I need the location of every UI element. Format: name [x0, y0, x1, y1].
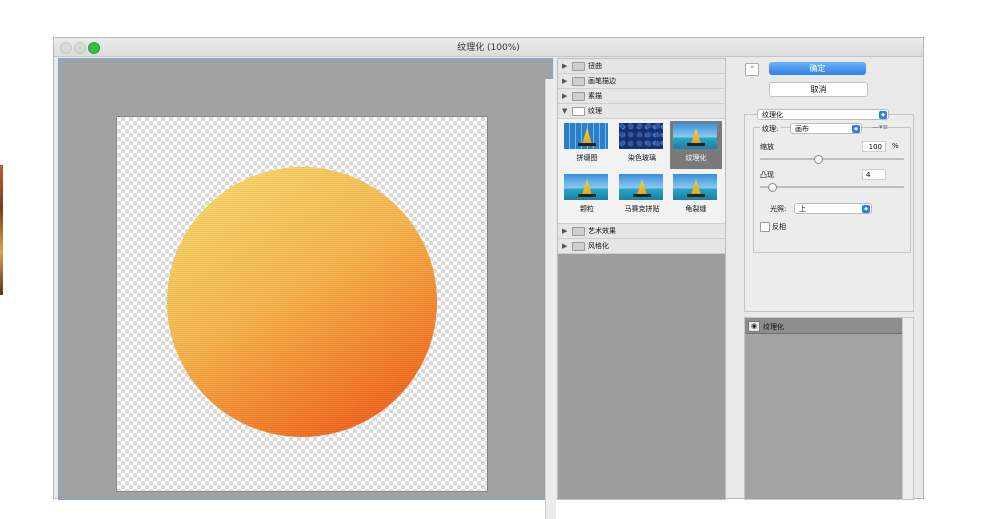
- texture-select-value: 画布: [795, 125, 809, 133]
- thumbnail-image: [564, 174, 608, 200]
- expand-triangle-icon[interactable]: ▶: [562, 242, 572, 250]
- layers-scrollbar[interactable]: [902, 318, 913, 499]
- folder-artistic[interactable]: ▶ 艺术效果: [558, 224, 725, 239]
- folder-icon: [572, 91, 585, 101]
- thumbnail-label: 颗粒: [580, 205, 594, 213]
- folder-brush-strokes[interactable]: ▶ 画笔描边: [558, 74, 725, 89]
- texture-menu-icon[interactable]: —▾≡: [872, 123, 888, 131]
- chevron-updown-icon: ◆: [862, 205, 870, 213]
- folder-sketch[interactable]: ▶ 素描: [558, 89, 725, 104]
- folder-label: 素描: [588, 92, 602, 100]
- relief-slider-handle[interactable]: [767, 183, 777, 192]
- collapse-gallery-button[interactable]: ⌃: [745, 63, 759, 76]
- preview-area[interactable]: [58, 58, 556, 519]
- relief-slider[interactable]: [760, 186, 904, 188]
- textured-circle: [167, 167, 437, 437]
- thumbnail-craquelure[interactable]: 龟裂缝: [670, 172, 722, 220]
- scaling-field[interactable]: 100: [862, 141, 886, 152]
- ok-button[interactable]: 确定: [769, 62, 866, 75]
- thumbnail-image: [564, 123, 608, 149]
- chevron-updown-icon: ◆: [852, 125, 860, 133]
- thumbnail-texturizer[interactable]: 纹理化: [670, 121, 722, 169]
- thumbnail-label: 纹理化: [685, 154, 707, 162]
- thumbnail-image: [619, 174, 663, 200]
- title-bar: 纹理化 (100%): [54, 38, 923, 57]
- filter-settings-panel: 纹理化 ◆ 纹理: 画布 ◆ —▾≡ 缩放 100 % 凸现 4 光照: 上 ◆…: [744, 109, 914, 312]
- thumbnail-patchwork[interactable]: 拼缀图: [561, 121, 613, 169]
- thumbnail-mosaic-tiles[interactable]: 马赛克拼贴: [616, 172, 668, 220]
- thumbnail-grain[interactable]: 颗粒: [561, 172, 613, 220]
- light-select-value: 上: [799, 205, 806, 213]
- effect-layers-panel: ◉ 纹理化: [744, 317, 914, 500]
- settings-sidebar: ⌃ 确定 取消 纹理化 ◆ 纹理: 画布 ◆ —▾≡ 缩放 100 % 凸现 4…: [741, 58, 915, 500]
- filter-select-value: 纹理化: [762, 111, 783, 119]
- folder-icon: [572, 76, 585, 86]
- scaling-slider[interactable]: [760, 158, 904, 160]
- folder-label: 扭曲: [588, 62, 602, 70]
- invert-label: 反相: [772, 223, 786, 231]
- folder-icon: [572, 61, 585, 71]
- light-label: 光照:: [770, 205, 787, 213]
- preview-scrollbar[interactable]: [545, 79, 556, 519]
- folder-label: 纹理: [588, 107, 602, 115]
- light-select[interactable]: 上 ◆: [794, 203, 872, 214]
- filter-gallery-window: 纹理化 (100%) ▶ 扭曲 ▶ 画笔描边 ▶ 素描 ▼ 纹理 拼缀图 染色玻…: [53, 37, 924, 519]
- background-photo-edge: [0, 165, 3, 295]
- eye-icon[interactable]: ◉: [748, 321, 760, 332]
- scaling-label: 缩放: [760, 143, 774, 151]
- folder-icon: [572, 241, 585, 251]
- expand-triangle-icon[interactable]: ▶: [562, 62, 572, 70]
- thumbnail-stained-glass[interactable]: 染色玻璃: [616, 121, 668, 169]
- effect-layer-row[interactable]: ◉ 纹理化: [745, 318, 903, 334]
- scaling-unit: %: [892, 142, 899, 150]
- thumbnail-image: [673, 123, 717, 149]
- preview-canvas: [116, 116, 488, 492]
- texture-group: 纹理: 画布 ◆ —▾≡ 缩放 100 % 凸现 4 光照: 上 ◆ 反相: [753, 123, 911, 253]
- filter-folder-list: ▶ 扭曲 ▶ 画笔描边 ▶ 素描 ▼ 纹理 拼缀图 染色玻璃 纹理化 颗粒 马赛…: [558, 59, 725, 254]
- effect-layer-label: 纹理化: [763, 323, 784, 331]
- relief-value: 4: [866, 171, 871, 179]
- folder-distort[interactable]: ▶ 扭曲: [558, 59, 725, 74]
- folder-texture[interactable]: ▼ 纹理: [558, 104, 725, 119]
- texture-select[interactable]: 画布 ◆: [790, 123, 862, 134]
- filter-browser: ▶ 扭曲 ▶ 画笔描边 ▶ 素描 ▼ 纹理 拼缀图 染色玻璃 纹理化 颗粒 马赛…: [557, 58, 726, 500]
- thumbnail-image: [673, 174, 717, 200]
- relief-field[interactable]: 4: [862, 169, 886, 180]
- scaling-value: 100: [868, 143, 882, 151]
- folder-icon: [572, 226, 585, 236]
- thumbnail-image: [619, 123, 663, 149]
- texture-label: 纹理:: [760, 124, 781, 134]
- chevron-updown-icon: ◆: [879, 111, 887, 119]
- filter-select[interactable]: 纹理化 ◆: [757, 109, 889, 120]
- relief-label: 凸现: [760, 171, 774, 179]
- folder-label: 艺术效果: [588, 227, 616, 235]
- thumbnail-label: 马赛克拼贴: [624, 205, 660, 213]
- expand-triangle-icon[interactable]: ▶: [562, 92, 572, 100]
- window-title: 纹理化 (100%): [457, 43, 520, 53]
- thumbnail-label: 拼缀图: [576, 154, 598, 162]
- texture-thumbnails: 拼缀图 染色玻璃 纹理化 颗粒 马赛克拼贴 龟裂缝: [558, 119, 725, 224]
- thumbnail-label: 龟裂缝: [685, 205, 707, 213]
- thumbnail-label: 染色玻璃: [628, 154, 656, 162]
- invert-checkbox[interactable]: [760, 222, 770, 232]
- expand-triangle-icon[interactable]: ▶: [562, 227, 572, 235]
- folder-label: 风格化: [588, 242, 609, 250]
- collapse-triangle-icon[interactable]: ▼: [562, 107, 572, 115]
- scaling-slider-handle[interactable]: [813, 155, 823, 164]
- cancel-button[interactable]: 取消: [769, 82, 868, 97]
- expand-triangle-icon[interactable]: ▶: [562, 77, 572, 85]
- open-folder-icon: [572, 106, 585, 116]
- folder-label: 画笔描边: [588, 77, 616, 85]
- folder-stylize[interactable]: ▶ 风格化: [558, 239, 725, 254]
